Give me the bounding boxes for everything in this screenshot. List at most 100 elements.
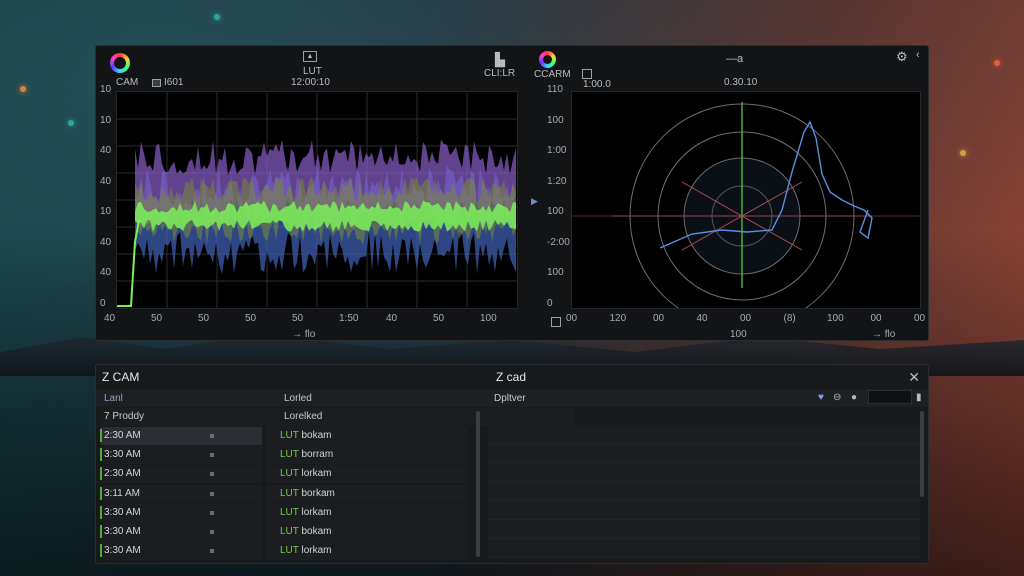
color-wheel-icon[interactable]: [110, 53, 130, 73]
row-lut-name: lorkam: [298, 506, 332, 518]
table-row-lut[interactable]: LUT lorkam: [266, 503, 468, 522]
waveform-x-label: 1:50: [339, 313, 359, 324]
table-row[interactable]: 3:30 AM: [100, 542, 262, 561]
waveform-y-label: 10: [100, 84, 112, 95]
sub-header-row: [100, 408, 574, 426]
list-scrollbar[interactable]: [476, 411, 480, 557]
link-icon[interactable]: ⊖: [833, 392, 841, 403]
heart-icon[interactable]: ♥: [818, 392, 824, 403]
vectorscope-x-label: 00: [870, 313, 882, 324]
waveform-x-label: 40: [104, 313, 116, 324]
bokeh-light: [960, 150, 966, 156]
row-marker-icon: [210, 472, 214, 477]
row-lut: LUT lorkam: [280, 545, 332, 556]
right-scope-title: —a: [726, 53, 744, 65]
left-scope-timecode: 12:00:10: [291, 77, 330, 88]
table-row[interactable]: 2:30 AM: [100, 465, 262, 484]
scopes-panel: CAM I601 ▲ LUT 12:00:10 ▙ CLI:LR 10 10 40 4…: [95, 45, 929, 341]
row-lut-tag: LUT: [280, 430, 299, 441]
row-lut: LUT borkam: [280, 488, 335, 499]
left-graph-icon[interactable]: ▲: [303, 51, 317, 62]
vectorscope-y-label: 100: [547, 267, 564, 278]
row-time: 2:30 AM: [104, 430, 141, 441]
table-row[interactable]: 3:30 AM: [100, 446, 262, 465]
row-lut-name: lorkam: [298, 545, 332, 557]
table-row[interactable]: 3:11 AM: [100, 484, 262, 503]
row-lut-tag: LUT: [280, 468, 299, 480]
vectorscope-x-label: 00: [740, 313, 752, 324]
vectorscope-x-label: 00: [653, 313, 665, 324]
bokeh-light: [68, 120, 74, 126]
row-marker-icon: [210, 453, 214, 458]
waveform-y-label: 40: [100, 145, 112, 156]
table-row[interactable]: 3:30 AM: [100, 503, 262, 522]
waveform-x-label: 40: [386, 313, 398, 324]
close-icon[interactable]: ✕: [908, 369, 920, 386]
waveform-y-label: 40: [100, 267, 112, 278]
table-row-lut[interactable]: LUT bokam: [266, 523, 468, 541]
panel-center-title: Z cad: [496, 370, 527, 384]
column-header-display[interactable]: Dpltver: [494, 393, 526, 404]
sub-header-name: 7 Proddy: [104, 411, 145, 422]
row-lut: LUT lorkam: [280, 507, 332, 518]
more-icon[interactable]: ▮: [916, 392, 922, 403]
table-row[interactable]: 3:30 AM: [100, 523, 262, 541]
row-status-bar: [100, 467, 102, 481]
panel-title: Z CAM: [102, 370, 140, 384]
row-status-bar: [100, 448, 102, 462]
row-lut-tag: LUT: [280, 487, 299, 499]
row-status-bar: [100, 486, 102, 500]
color-wheel-icon[interactable]: [539, 51, 556, 68]
bokeh-light: [214, 14, 220, 20]
vectorscope-y-label: 1:20: [547, 175, 567, 187]
vectorscope-checkbox[interactable]: [551, 317, 561, 327]
vectorscope-x-sub: 100: [730, 329, 747, 340]
row-time: 3:30 AM: [104, 526, 141, 537]
filter-input[interactable]: [868, 390, 912, 404]
row-status-bar: [100, 525, 102, 538]
row-lut-name: bokam: [298, 526, 332, 537]
column-header-name[interactable]: Lanl: [104, 393, 123, 404]
row-lut-tag: LUT: [280, 449, 299, 461]
row-marker-icon: [210, 434, 214, 438]
waveform-x-label: 100: [480, 313, 497, 324]
vectorscope-x-label: 100: [827, 313, 844, 324]
row-lut-name: borram: [298, 449, 334, 461]
row-lut: LUT bokam: [280, 526, 332, 537]
row-status-bar: [100, 429, 102, 442]
table-row-lut[interactable]: LUT borkam: [266, 484, 468, 503]
row-lut: LUT lorkam: [280, 468, 332, 479]
right-logo-label: CCARM: [534, 69, 571, 80]
row-marker-icon: [210, 510, 214, 515]
right-checkbox[interactable]: [582, 69, 592, 79]
left-right-label: CLI:LR: [484, 68, 516, 79]
row-lut-tag: LUT: [280, 526, 299, 537]
layout-icon[interactable]: ▙: [495, 52, 505, 68]
waveform-y-label: 10: [100, 206, 112, 217]
record-dot-icon[interactable]: ●: [851, 392, 857, 403]
chevron-left-icon[interactable]: ‹: [916, 49, 920, 61]
vectorscope-x-label: 120: [609, 313, 627, 324]
waveform-x-label: 50: [198, 313, 210, 324]
column-header-lut[interactable]: Lorled: [284, 393, 312, 404]
waveform-scope[interactable]: [116, 91, 518, 309]
vectorscope[interactable]: [571, 91, 921, 329]
left-scope-title: LUT: [303, 66, 322, 77]
table-row[interactable]: 2:30 AM: [100, 427, 262, 445]
waveform-y-label: 40: [100, 236, 112, 248]
waveform-x-label: 50: [433, 313, 445, 324]
clip-icon[interactable]: [152, 79, 161, 87]
clip-list-panel: Z CAM Z cad ✕ Lanl Lorled Dpltver ♥ ⊖ ● …: [95, 364, 929, 564]
expand-arrow-icon[interactable]: ▶: [531, 196, 538, 207]
display-grid: [488, 425, 920, 563]
grid-scrollbar[interactable]: [920, 411, 924, 497]
row-lut: LUT bokam: [280, 430, 332, 441]
gear-icon[interactable]: ⚙: [896, 49, 908, 65]
table-row-lut[interactable]: LUT bokam: [266, 427, 468, 445]
table-row-lut[interactable]: LUT lorkam: [266, 542, 468, 561]
waveform-x-label: 50: [292, 313, 304, 324]
vectorscope-y-label: 0: [547, 297, 553, 309]
left-meta-label: I601: [164, 77, 184, 88]
table-row-lut[interactable]: LUT lorkam: [266, 465, 468, 484]
table-row-lut[interactable]: LUT borram: [266, 446, 468, 465]
